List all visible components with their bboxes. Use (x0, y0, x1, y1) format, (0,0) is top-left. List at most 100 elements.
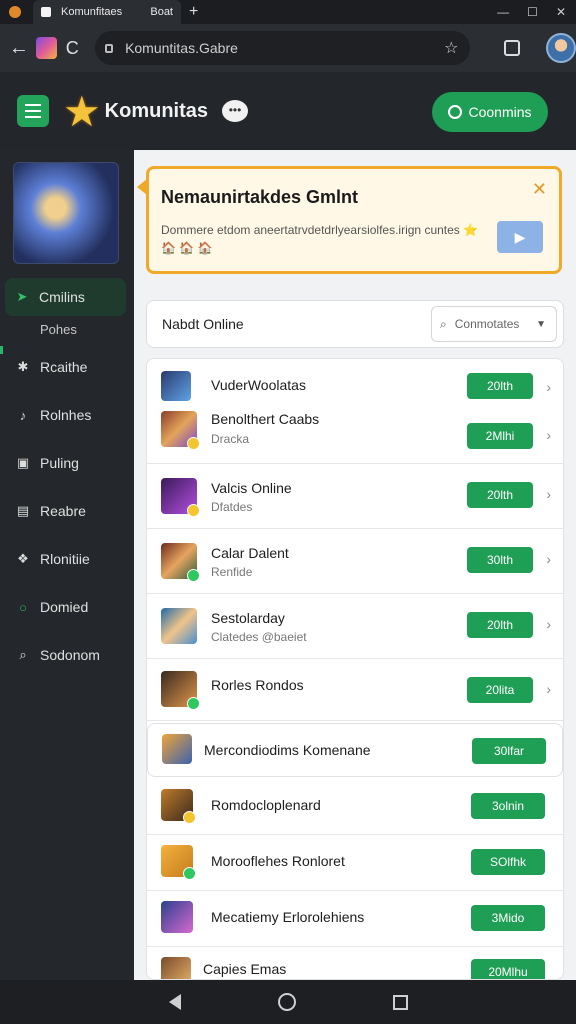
sidebar: ➤ Cmilins Pohes ✱ Rcaithe ♪ Rolnhes ▣ Pu… (0, 150, 134, 980)
close-window-button[interactable]: ✕ (556, 5, 566, 19)
item-subtitle: Dracka (211, 432, 250, 446)
extension-avatar-icon[interactable] (35, 37, 58, 59)
game-icon (161, 478, 200, 517)
banner-description: Dommere etdom aneertatrvdetdrlyearsiolfe… (161, 221, 491, 257)
item-subtitle: Dfatdes (211, 500, 253, 514)
filter-bar: Nabdt Online ⌕ Conmotates ▼ (146, 300, 564, 348)
arrow-icon: ➤ (16, 289, 28, 304)
chevron-down-icon: ▼ (536, 318, 546, 330)
item-subtitle: Clatedes @baeiet (211, 630, 307, 644)
tab-title: Komunfitaes (61, 6, 123, 18)
sidebar-item-puling[interactable]: ▣ Puling (0, 444, 134, 482)
gift-icon: ❖ (17, 551, 29, 566)
list-item[interactable]: Valcis Online Dfatdes 20lth › (147, 464, 563, 529)
sidebar-item-rolnhes[interactable]: ♪ Rolnhes (0, 396, 134, 434)
list-item[interactable]: VuderWoolatas 20lth › Benolthert Caabs D… (147, 359, 563, 464)
music-icon: ♪ (19, 407, 27, 423)
recents-nav-icon[interactable] (392, 994, 408, 1010)
profile-avatar[interactable] (546, 33, 576, 63)
chevron-right-icon: › (546, 379, 551, 395)
play-button[interactable]: ▶ (497, 221, 543, 253)
reload-button[interactable]: C (59, 38, 85, 59)
back-nav-icon[interactable] (168, 994, 181, 1010)
home-nav-icon[interactable] (277, 993, 296, 1011)
item-name: Sestolarday (211, 610, 285, 626)
sidebar-item-rlonitiie[interactable]: ❖ Rlonitiie (0, 540, 134, 578)
chevron-right-icon: › (546, 551, 551, 567)
minimize-button[interactable]: — (497, 5, 509, 19)
hero-game-art[interactable] (13, 162, 119, 264)
star-logo-icon: ★ (63, 87, 101, 135)
list-item[interactable]: Capies Emas 20Mlhu (147, 947, 563, 979)
connect-label: Coonmins (468, 104, 532, 120)
chat-bubble-icon[interactable]: ••• (222, 100, 248, 122)
sidebar-item-label: Sodonom (40, 647, 100, 663)
item-name: Capies Emas (203, 961, 287, 977)
game-icon (161, 957, 191, 979)
time-badge[interactable]: 20Mlhu (471, 959, 545, 979)
list-item[interactable]: Sestolarday Clatedes @baeiet 20lth › (147, 594, 563, 659)
sidebar-item-label: Reabre (40, 503, 86, 519)
time-badge[interactable]: 30lth (467, 547, 533, 573)
bookmark-star-icon[interactable]: ☆ (444, 38, 458, 58)
back-button[interactable]: ← (6, 37, 32, 60)
list-item[interactable]: Romdocloplenard 3olnin (147, 779, 563, 835)
list-item[interactable]: Calar Dalent Renfide 30lth › (147, 529, 563, 594)
chevron-right-icon: › (546, 427, 551, 443)
banner-text: Dommere etdom aneertatrvdetdrlyearsiolfe… (161, 223, 460, 237)
online-list: VuderWoolatas 20lth › Benolthert Caabs D… (146, 358, 564, 980)
sidebar-item-domied[interactable]: ○ Domied (0, 588, 134, 626)
time-badge[interactable]: 20lth (467, 482, 533, 508)
browser-icon[interactable] (9, 6, 21, 18)
game-icon (161, 845, 196, 880)
active-rail-indicator (0, 346, 3, 354)
game-icon (161, 671, 200, 710)
connect-button[interactable]: Coonmins (432, 92, 548, 132)
sidebar-subitem[interactable]: Pohes (40, 322, 134, 338)
item-name: Benolthert Caabs (211, 411, 320, 427)
banner-title: Nemaunirtakdes Gmlnt (161, 187, 359, 207)
time-badge[interactable]: 20lth (467, 612, 533, 638)
url-input[interactable]: Komuntitas.Gabre ☆ (95, 31, 471, 65)
sidebar-item-label: Domied (40, 599, 89, 615)
sidebar-item-sodonom[interactable]: ⌕ Sodonom (0, 636, 134, 674)
lock-icon (105, 43, 114, 53)
app-title: Komunitas (104, 99, 208, 122)
filter-label: Nabdt Online (162, 316, 244, 332)
sidebar-item-label: Rcaithe (40, 359, 88, 375)
time-badge[interactable]: 30lfar (472, 738, 546, 764)
time-badge[interactable]: 3Mido (471, 905, 545, 931)
time-badge[interactable]: 2Mlhi (467, 423, 533, 449)
list-item[interactable]: Mercondiodims Komenane 30lfar (147, 723, 563, 777)
sidebar-item-cmilins[interactable]: ➤ Cmilins (5, 278, 126, 316)
sidebar-item-label: Rolnhes (40, 407, 92, 423)
time-badge[interactable]: 3olnin (471, 793, 545, 819)
connect-icon (448, 105, 463, 119)
game-icon (161, 608, 197, 644)
menu-button[interactable] (17, 95, 49, 127)
time-badge[interactable]: SOlfhk (471, 849, 545, 875)
url-text: Komuntitas.Gabre (125, 40, 238, 56)
maximize-button[interactable]: ☐ (527, 5, 538, 19)
extensions-icon[interactable] (504, 40, 521, 56)
filter-placeholder: Conmotates (454, 317, 520, 331)
tab-komunitas[interactable]: Komunfitaes Boat (33, 0, 181, 24)
sidebar-item-reabre[interactable]: ▤ Reabre (0, 492, 134, 530)
sidebar-item-rcaithe[interactable]: ✱ Rcaithe (0, 348, 134, 386)
filter-select[interactable]: ⌕ Conmotates ▼ (431, 306, 557, 342)
item-name: Rorles Rondos (211, 677, 304, 693)
list-item[interactable]: Rorles Rondos 20lita › (147, 659, 563, 721)
time-badge[interactable]: 20lita (467, 677, 533, 703)
chevron-right-icon: › (546, 486, 551, 502)
time-badge[interactable]: 20lth (467, 373, 533, 399)
new-tab-button[interactable]: + (189, 3, 198, 21)
app-header: ★ Komunitas ••• Coonmins (0, 72, 576, 150)
list-item[interactable]: Mecatiemy Erlorolehiens 3Mido (147, 891, 563, 947)
notification-banner: Nemaunirtakdes Gmlnt ✕ Dommere etdom ane… (137, 166, 562, 274)
item-name: Romdocloplenard (211, 797, 321, 813)
search-icon: ⌕ (440, 316, 447, 331)
close-icon[interactable]: ✕ (532, 179, 547, 200)
list-item[interactable]: Morooflehes Ronloret SOlfhk (147, 835, 563, 891)
puzzle-icon: ✱ (17, 359, 29, 374)
item-name: Valcis Online (211, 480, 292, 496)
